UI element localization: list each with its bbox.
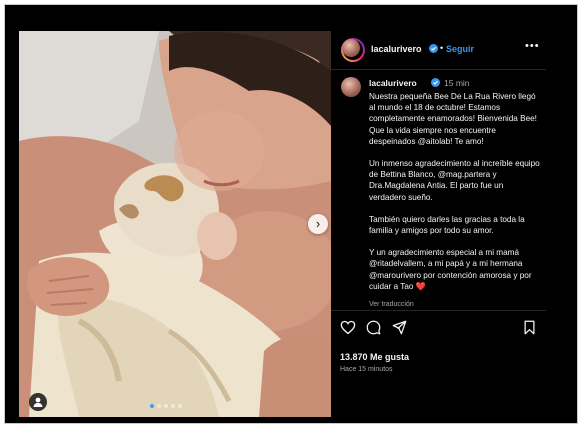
caption-avatar[interactable] bbox=[341, 77, 361, 97]
carousel-dot bbox=[157, 404, 161, 408]
avatar bbox=[342, 39, 360, 57]
caption-paragraph: Nuestra pequeña Bee De La Rua Rivero lle… bbox=[369, 92, 537, 146]
carousel-dot bbox=[178, 404, 182, 408]
tag-user-icon bbox=[33, 397, 43, 407]
carousel-indicator bbox=[150, 404, 182, 408]
caption-username[interactable]: lacalurivero bbox=[369, 78, 417, 88]
verified-badge-icon bbox=[429, 44, 438, 53]
post-caption: lacalurivero 15 min Nuestra pequeña Bee … bbox=[331, 70, 546, 310]
bookmark-icon[interactable] bbox=[523, 320, 536, 335]
tagged-users-button[interactable] bbox=[29, 393, 47, 411]
carousel-dot bbox=[171, 404, 175, 408]
see-translation-link[interactable]: Ver traducción bbox=[369, 301, 414, 308]
share-icon[interactable] bbox=[392, 320, 407, 335]
screenshot-frame: › lacalurivero • Seguir ••• lacalurivero… bbox=[4, 4, 578, 424]
more-horizontal-icon[interactable]: ••• bbox=[525, 40, 540, 52]
heart-icon[interactable] bbox=[340, 320, 356, 335]
post-header: lacalurivero • Seguir ••• bbox=[331, 31, 546, 70]
separator-dot: • bbox=[440, 43, 444, 53]
comment-icon[interactable] bbox=[366, 320, 381, 335]
instagram-post: › lacalurivero • Seguir ••• lacalurivero… bbox=[19, 31, 546, 417]
carousel-dot bbox=[164, 404, 168, 408]
post-photo[interactable]: › bbox=[19, 31, 331, 417]
carousel-dot bbox=[150, 404, 154, 408]
post-side-panel: lacalurivero • Seguir ••• lacalurivero 1… bbox=[331, 31, 546, 417]
likes-count[interactable]: 13.870 Me gusta bbox=[340, 352, 409, 362]
caption-paragraph: Y un agradecimiento especial a mi mamá @… bbox=[369, 248, 532, 291]
verified-badge-icon bbox=[431, 78, 440, 87]
posted-time[interactable]: Hace 15 minutos bbox=[340, 366, 393, 373]
post-actions: 13.870 Me gusta Hace 15 minutos bbox=[331, 310, 546, 417]
follow-button[interactable]: Seguir bbox=[446, 44, 474, 54]
caption-paragraph: Un inmenso agradecimiento al increíble e… bbox=[369, 159, 540, 202]
next-slide-button[interactable]: › bbox=[308, 214, 328, 234]
photo-illustration bbox=[19, 31, 331, 417]
caption-paragraph: También quiero darles las gracias a toda… bbox=[369, 214, 525, 236]
caption-text: Nuestra pequeña Bee De La Rua Rivero lle… bbox=[369, 91, 541, 303]
caption-time[interactable]: 15 min bbox=[444, 78, 470, 88]
story-ring[interactable] bbox=[341, 38, 365, 62]
chevron-right-icon: › bbox=[315, 216, 321, 231]
header-username[interactable]: lacalurivero bbox=[371, 44, 422, 54]
